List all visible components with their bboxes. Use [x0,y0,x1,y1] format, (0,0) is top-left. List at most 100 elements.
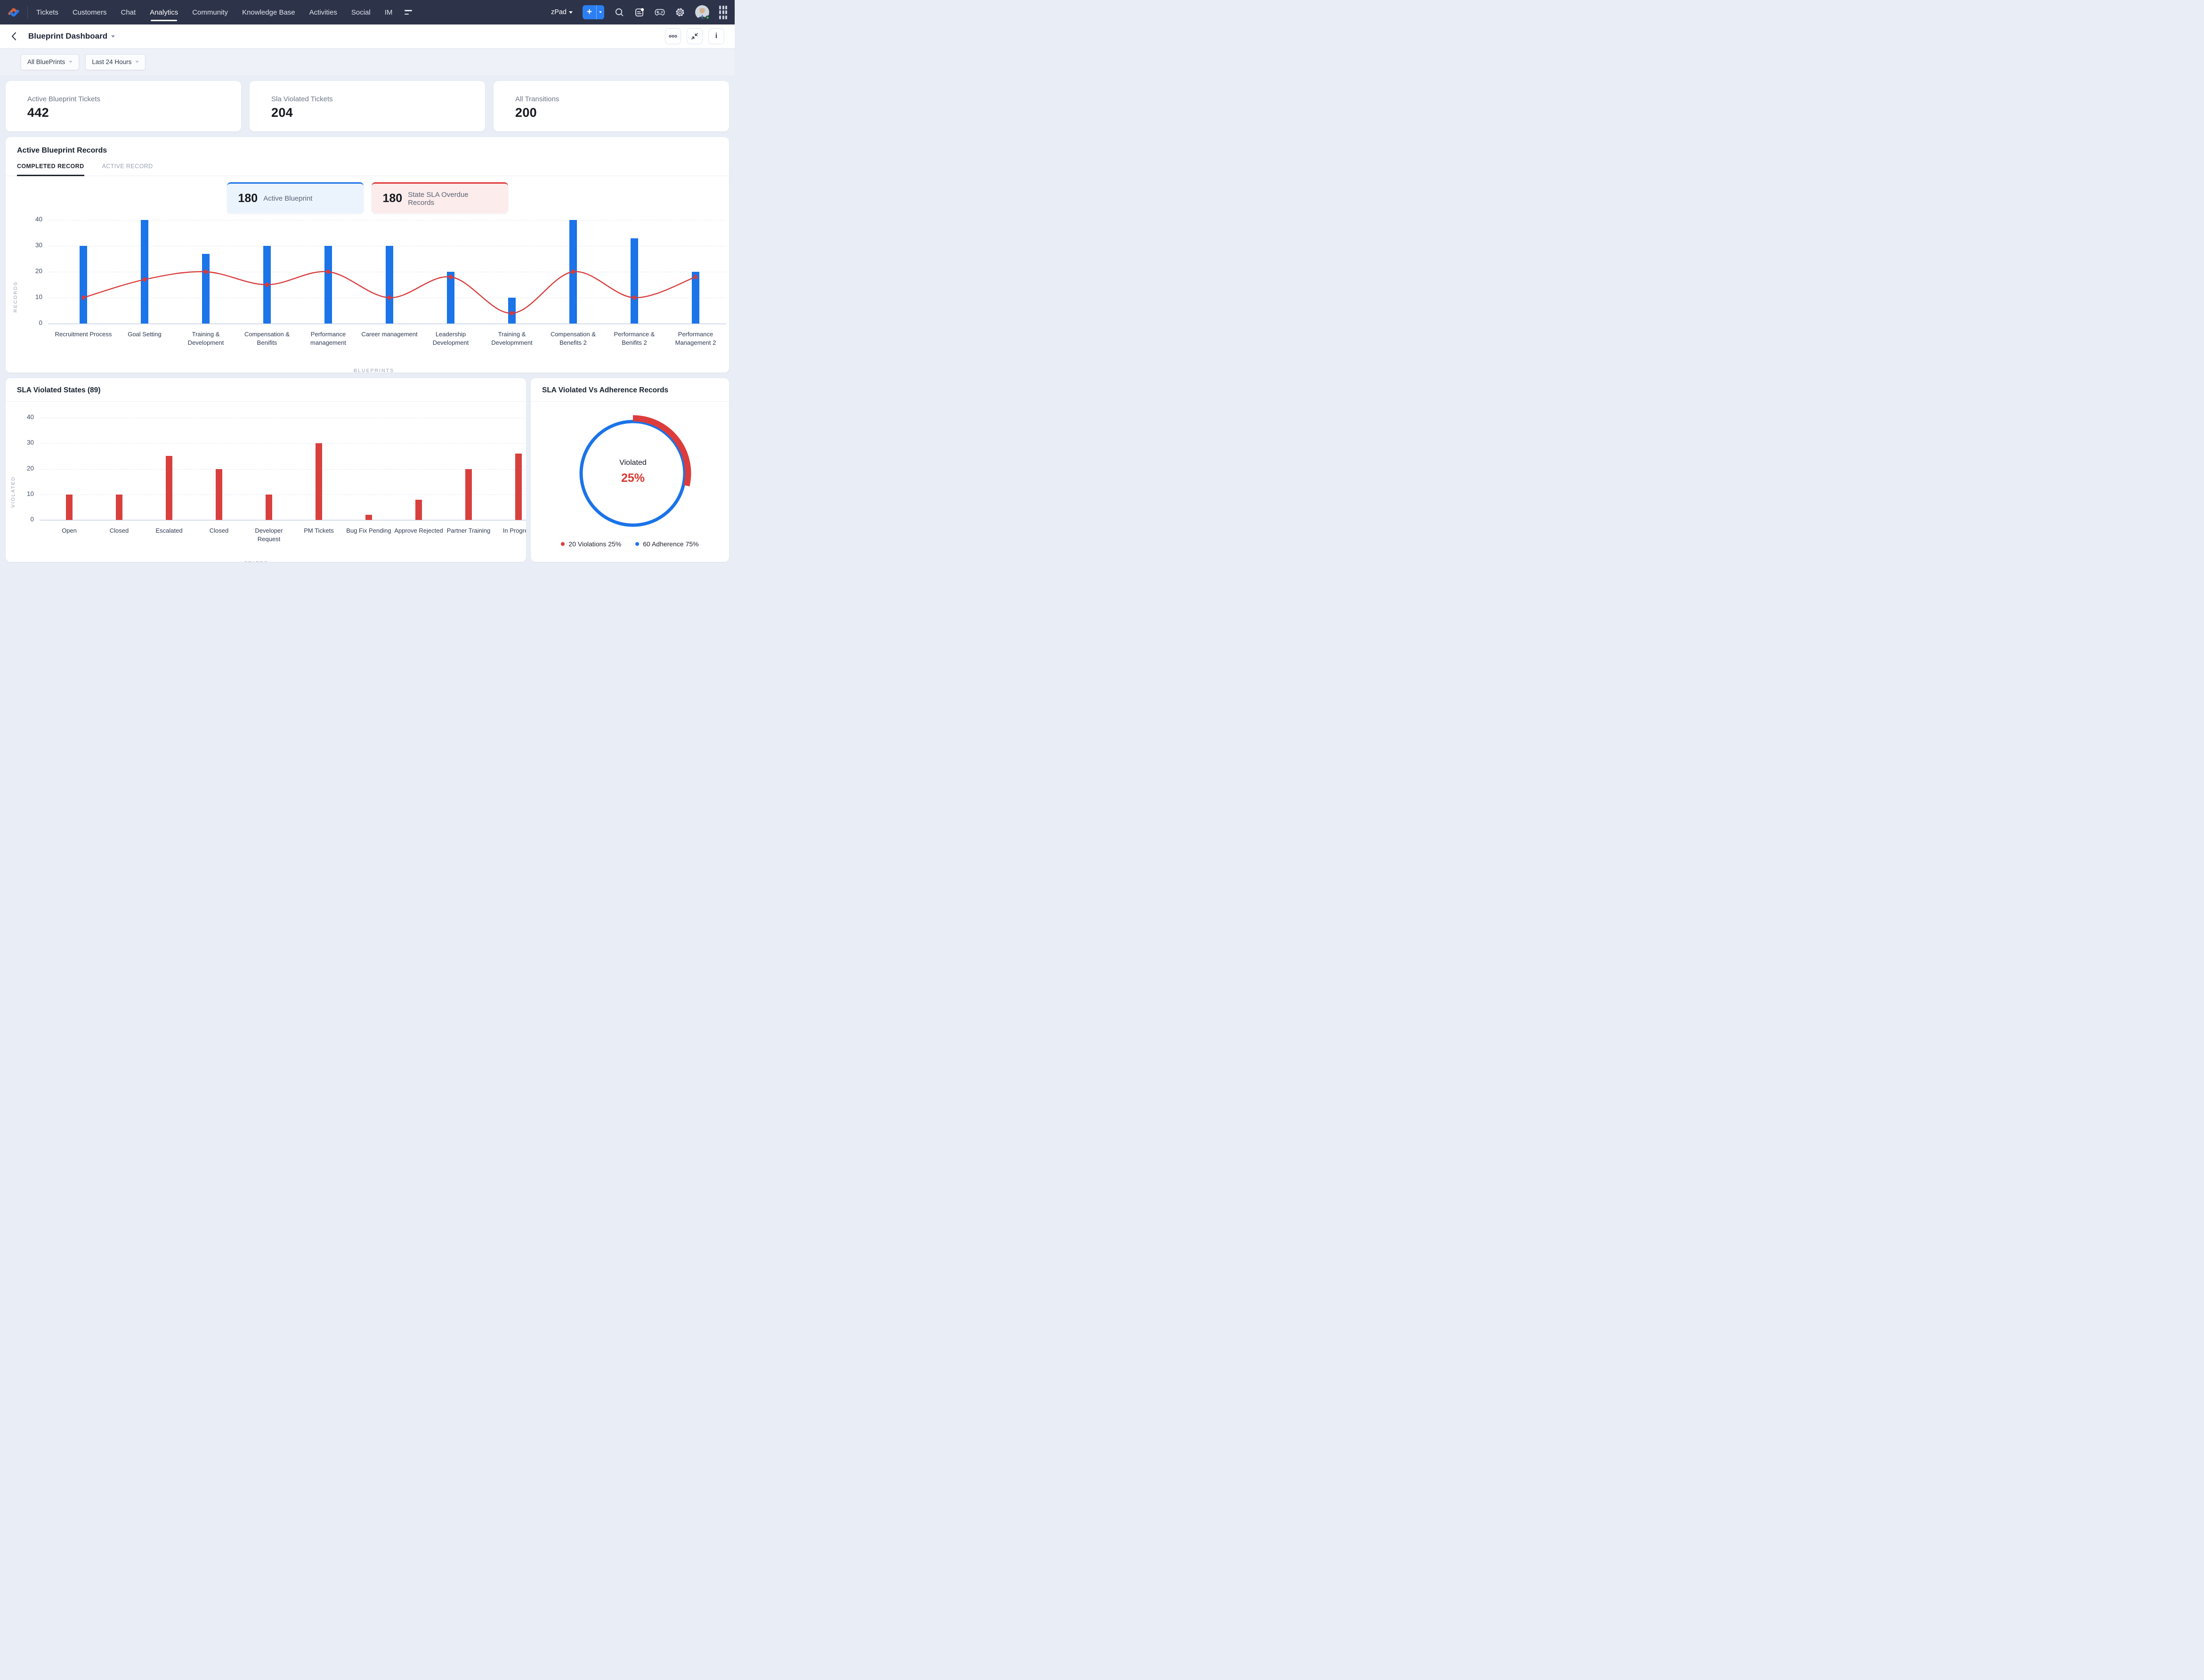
x-category-label: Career management [361,331,418,338]
more-options-button[interactable] [665,28,681,44]
blueprint-records-chart[interactable]: 0 10 20 30 40 Recruitment Process Goal Setting… [22,216,726,351]
nav-item-community[interactable]: Community [192,0,228,24]
blueprint-filter-dropdown[interactable]: All BluePrints [21,54,80,70]
caret-down-icon [111,35,115,38]
nav-item-activities[interactable]: Activities [309,0,337,24]
y-tick-label: 10 [26,490,34,497]
caret-down-icon [569,11,573,14]
chip-value: 180 [382,192,403,205]
page-header: Blueprint Dashboard i [0,24,735,49]
caret-down-icon [69,61,73,63]
bar-in-progress[interactable] [515,453,522,520]
card-title: SLA Violated States (89) [6,378,526,402]
bar-partner-training[interactable] [465,469,472,520]
info-button[interactable]: i [708,28,724,44]
x-category-label: Performance Management 2 [675,331,716,347]
x-category-label: Performance management [310,331,346,347]
nav-divider [27,6,28,18]
kpi-value: 204 [271,106,293,120]
bar-approve-rejected[interactable] [415,499,422,520]
violated-adherence-donut-chart[interactable]: Violated 25% [542,402,718,539]
active-blueprint-chip: 180 Active Blueprint [227,182,364,213]
x-category-label: Performance & Benifits 2 [614,331,655,347]
x-category-label: Closed [209,527,229,534]
bar-closed[interactable] [216,469,222,520]
x-axis-title-blueprints: BLUEPRINTS [354,368,394,373]
x-category-label: Bug Fix Pending [346,527,391,534]
search-icon[interactable] [614,7,624,17]
page-title[interactable]: Blueprint Dashboard [28,32,115,41]
x-category-label: Compensation & Benifits [244,331,290,347]
active-blueprint-records-card: Active Blueprint Records COMPLETED RECOR… [6,137,729,373]
nav-item-social[interactable]: Social [351,0,371,24]
x-category-label: Closed [109,527,129,534]
y-axis-title-records: RECORDS [13,281,18,313]
kpi-value: 200 [515,106,537,120]
nav-item-customers[interactable]: Customers [73,0,107,24]
report-notes-icon[interactable] [634,7,645,17]
x-category-label: In Progress [502,527,526,534]
legend-item-violations: 20 Violations 25% [561,540,621,548]
kpi-row: Active Blueprint Tickets 442 Sla Violate… [6,81,729,131]
primary-nav: Tickets Customers Chat Analytics Communi… [36,0,392,24]
donut-legend: 20 Violations 25% 60 Adherence 75% [531,540,729,548]
add-split-button[interactable]: + [583,5,604,19]
time-range-filter-dropdown[interactable]: Last 24 Hours [85,54,146,70]
back-button[interactable] [11,32,21,41]
x-category-label: PM Tickets [304,527,334,534]
nav-item-im[interactable]: IM [385,0,393,24]
add-options-caret[interactable] [596,5,604,19]
app-logo-icon[interactable] [7,5,21,19]
caret-down-icon [135,61,139,63]
x-category-label: Recruitment Process [55,331,112,338]
section-title: Active Blueprint Records [17,146,107,154]
bar-closed[interactable] [116,494,122,520]
y-tick-label: 40 [26,414,34,421]
nav-more-menu-icon[interactable] [405,10,413,15]
svg-text:Violated: Violated [619,459,647,467]
kpi-value: 442 [27,106,49,120]
records-tabs: COMPLETED RECORD ACTIVE RECORD [6,163,729,176]
chip-label: State SLA Overdue Records [408,190,469,207]
user-avatar[interactable] [695,5,710,20]
bar-escalated[interactable] [166,456,172,520]
bar-developer-request[interactable] [266,494,272,520]
add-button[interactable]: + [583,5,596,19]
page-title-text: Blueprint Dashboard [28,32,108,41]
nav-item-analytics[interactable]: Analytics [150,0,178,24]
x-category-label: Approve Rejected [394,527,443,534]
sla-violated-vs-adherence-card: SLA Violated Vs Adherence Records Violat… [531,378,729,562]
bar-bug-fix-pending[interactable] [365,515,372,520]
collapse-button[interactable] [687,28,703,44]
x-category-label: Escalated [155,527,183,534]
x-category-label: Training & Development [187,331,224,347]
kpi-label: All Transitions [515,95,559,103]
x-category-label: Goal Setting [128,331,162,338]
y-axis-title-violated: VIOLATED [10,476,16,508]
bar-open[interactable] [66,494,73,520]
filter-bar: All BluePrints Last 24 Hours [0,49,735,75]
kpi-label: Sla Violated Tickets [271,95,333,103]
games-gamepad-icon[interactable] [655,7,665,17]
kpi-card-all-transitions: All Transitions 200 [494,81,729,131]
bar-pm-tickets[interactable] [316,443,322,520]
sla-violated-states-card: SLA Violated States (89) VIOLATED 0 10 20 3… [6,378,526,562]
nav-item-tickets[interactable]: Tickets [36,0,58,24]
apps-grid-icon[interactable] [719,5,727,19]
x-axis-title-states: STATES [16,560,496,562]
x-category-label: Leadership Development [432,331,469,347]
sla-violated-states-chart[interactable]: 0 10 20 30 40 Open Closed Escalated Closed Develo… [16,414,526,546]
kpi-label: Active Blueprint Tickets [27,95,101,103]
nav-item-chat[interactable]: Chat [121,0,136,24]
x-category-label: Training & Developmment [491,331,533,347]
kpi-card-active-blueprint-tickets: Active Blueprint Tickets 442 [6,81,241,131]
x-category-label: Partner Training [446,527,491,534]
tab-completed-record[interactable]: COMPLETED RECORD [17,163,84,176]
tab-active-record[interactable]: ACTIVE RECORD [102,163,153,176]
workspace-selector[interactable]: zPad [551,8,573,16]
chip-label: Active Blueprint [263,195,313,203]
nav-item-knowledge-base[interactable]: Knowledge Base [242,0,295,24]
y-tick-label: 0 [30,516,34,523]
summary-chips: 180 Active Blueprint 180 State SLA Overd… [6,182,729,213]
settings-gear-icon[interactable] [675,7,685,17]
